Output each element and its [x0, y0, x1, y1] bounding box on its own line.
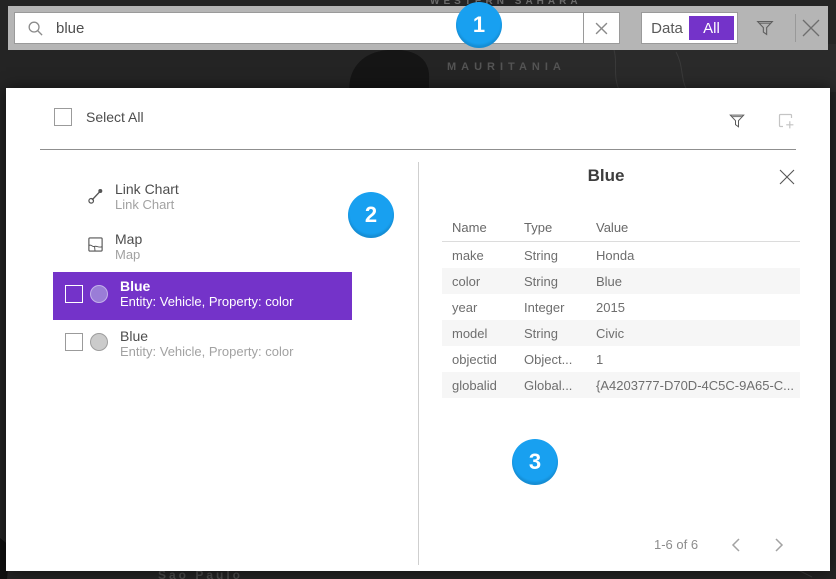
map-label-mauritania: MAURITANIA — [447, 61, 566, 73]
map-icon — [87, 236, 104, 253]
table-header: Name Type Value — [442, 214, 800, 242]
scope-toggle: Data All — [641, 12, 738, 44]
list-item-link-chart[interactable]: Link Chart Link Chart — [53, 176, 352, 220]
item-checkbox[interactable] — [65, 333, 83, 351]
cell-value: Civic — [596, 326, 800, 341]
search-input[interactable] — [54, 19, 583, 38]
table-row: make String Honda — [442, 242, 800, 268]
cell-value: 1 — [596, 352, 800, 367]
list-item-title: Blue — [120, 328, 148, 344]
app-screen: WESTERN SAHARA MAURITANIA Sao Paulo Data… — [0, 0, 836, 579]
column-header: Name — [442, 220, 524, 235]
close-search-icon[interactable] — [799, 16, 823, 40]
cell-type: Global... — [524, 378, 596, 393]
attributes-table: Name Type Value make String Honda color … — [442, 214, 800, 398]
cell-name: model — [442, 326, 524, 341]
search-icon — [27, 20, 44, 37]
clear-search-button[interactable] — [583, 12, 620, 44]
list-item-title: Blue — [120, 278, 150, 294]
cell-name: objectid — [442, 352, 524, 367]
table-row: objectid Object... 1 — [442, 346, 800, 372]
list-item-title: Map — [115, 231, 142, 247]
cell-value: Honda — [596, 248, 800, 263]
cell-type: String — [524, 326, 596, 341]
item-checkbox[interactable] — [65, 285, 83, 303]
cell-name: globalid — [442, 378, 524, 393]
list-item-subtitle: Entity: Vehicle, Property: color — [120, 294, 293, 309]
results-panel: Select All Link Chart Link Chart Map Map — [6, 88, 830, 571]
toolbar-divider — [795, 14, 796, 42]
toggle-option-data[interactable]: Data — [645, 16, 689, 40]
toggle-option-all[interactable]: All — [689, 16, 734, 40]
detail-title: Blue — [566, 166, 646, 186]
list-item-title: Link Chart — [115, 181, 179, 197]
cell-value: Blue — [596, 274, 800, 289]
search-toolbar: Data All — [8, 6, 828, 50]
cell-type: Object... — [524, 352, 596, 367]
table-row: model String Civic — [442, 320, 800, 346]
table-row: color String Blue — [442, 268, 800, 294]
callout-badge-2: 2 — [348, 192, 394, 238]
list-item-blue-selected[interactable]: Blue Entity: Vehicle, Property: color — [53, 272, 352, 320]
table-row: year Integer 2015 — [442, 294, 800, 320]
link-chart-icon — [87, 187, 105, 205]
next-page-icon[interactable] — [773, 536, 791, 554]
cell-type: String — [524, 274, 596, 289]
list-item-subtitle: Link Chart — [115, 197, 174, 212]
cell-name: color — [442, 274, 524, 289]
entity-circle-icon — [90, 333, 108, 351]
cell-type: String — [524, 248, 596, 263]
cell-value: {A4203777-D70D-4C5C-9A65-C... — [596, 378, 800, 393]
column-header: Value — [596, 220, 800, 235]
callout-badge-1: 1 — [456, 2, 502, 48]
panel-filter-icon[interactable] — [727, 111, 747, 131]
cell-name: year — [442, 300, 524, 315]
entity-circle-icon — [90, 285, 108, 303]
prev-page-icon[interactable] — [730, 536, 748, 554]
pagination-label: 1-6 of 6 — [654, 537, 698, 552]
detail-close-icon[interactable] — [778, 168, 796, 186]
table-row: globalid Global... {A4203777-D70D-4C5C-9… — [442, 372, 800, 398]
list-item-map[interactable]: Map Map — [53, 226, 352, 270]
cell-value: 2015 — [596, 300, 800, 315]
header-divider — [40, 149, 796, 150]
add-selection-icon[interactable] — [776, 111, 796, 131]
cell-type: Integer — [524, 300, 596, 315]
list-item-subtitle: Map — [115, 247, 140, 262]
cell-name: make — [442, 248, 524, 263]
filter-icon[interactable] — [754, 17, 776, 39]
list-item-subtitle: Entity: Vehicle, Property: color — [120, 344, 293, 359]
callout-badge-3: 3 — [512, 439, 558, 485]
select-all-checkbox[interactable] — [54, 108, 72, 126]
select-all-label: Select All — [86, 109, 144, 125]
column-header: Type — [524, 220, 596, 235]
list-item-blue[interactable]: Blue Entity: Vehicle, Property: color — [53, 320, 352, 368]
panel-divider — [418, 162, 419, 565]
